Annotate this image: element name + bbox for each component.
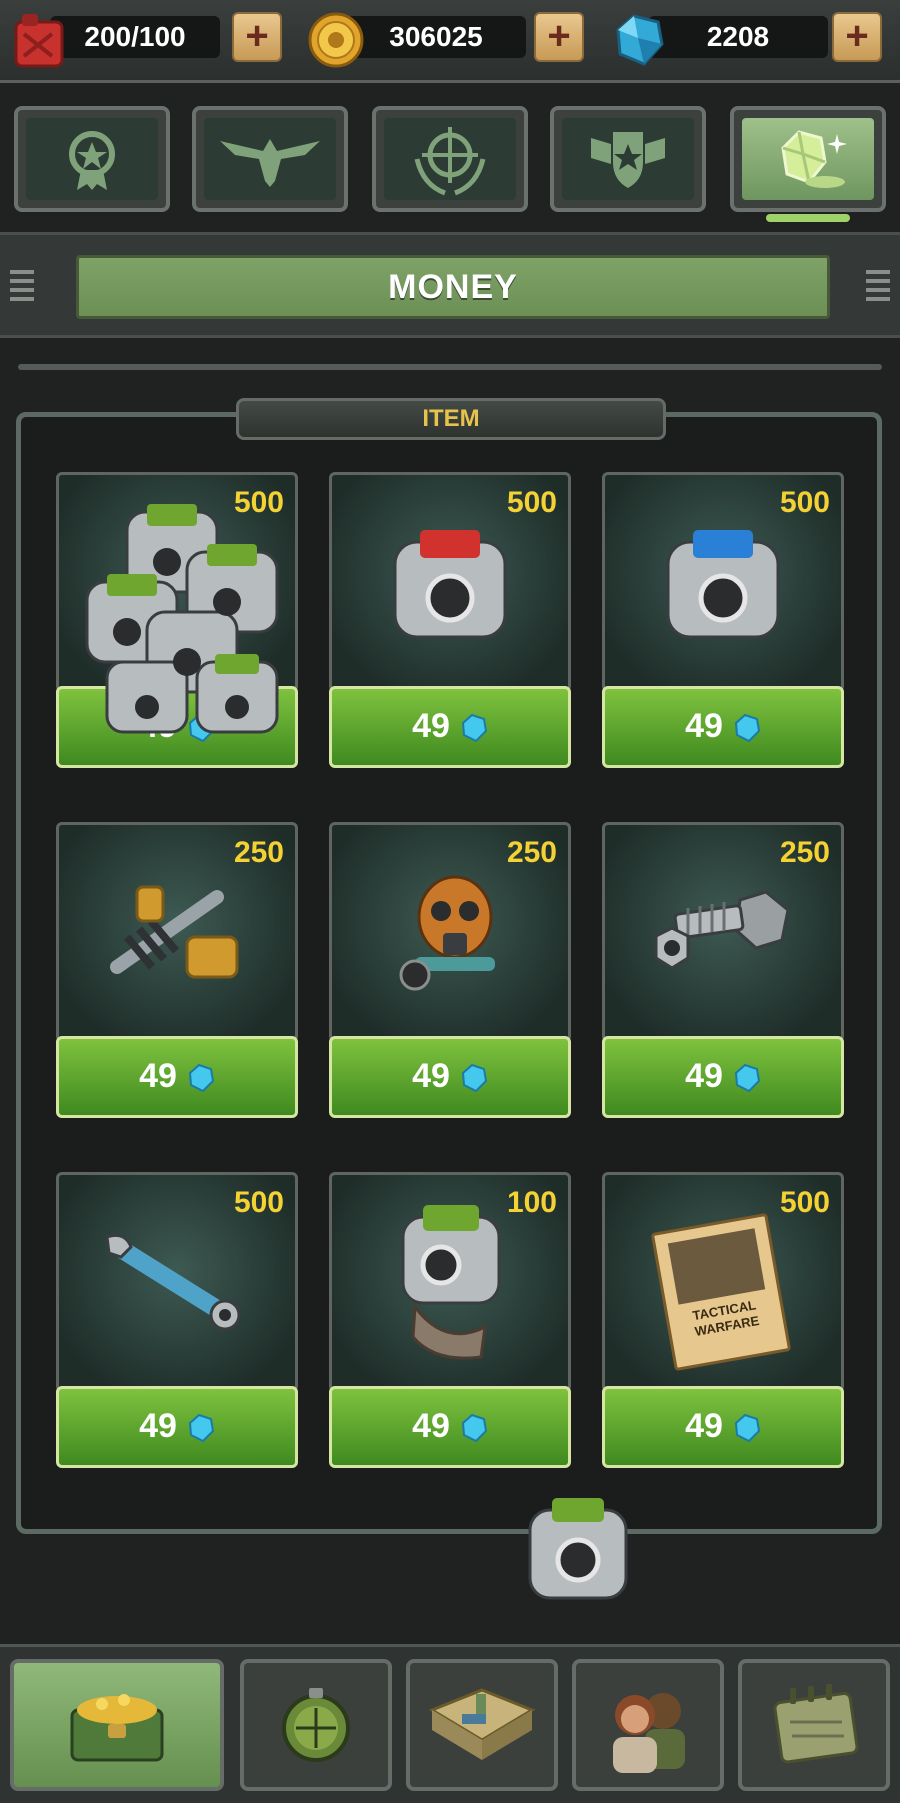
blue-gem-icon [734, 1063, 760, 1093]
tab-eagle[interactable] [192, 106, 348, 212]
nav-compass[interactable] [240, 1659, 392, 1791]
gem-stone-icon [781, 130, 847, 188]
price-label: 49 [139, 1407, 177, 1445]
price-label: 49 [685, 707, 723, 745]
grip-right [866, 265, 890, 305]
price-label: 49 [412, 707, 450, 745]
price-label: 49 [412, 1057, 450, 1095]
tab-shield[interactable] [550, 106, 706, 212]
shop-item[interactable]: 100 49 [329, 1172, 571, 1468]
blue-gem-icon [616, 14, 664, 66]
crosshair-laurel-icon [414, 127, 486, 196]
calendar-icon [773, 1684, 859, 1764]
shop-item[interactable]: 500 49 [56, 1172, 298, 1468]
blue-gem-icon [461, 1413, 487, 1443]
nav-soldiers[interactable] [572, 1659, 724, 1791]
item-quantity: 250 [233, 836, 284, 869]
spring-spike-icon [110, 885, 239, 979]
fuel-amount: 200/100 [50, 16, 220, 58]
gas-mask-icon [399, 875, 495, 991]
bolt-nut-icon [654, 890, 790, 970]
add-gems-button[interactable]: + [832, 12, 882, 62]
buy-button[interactable]: 49 [56, 1036, 298, 1118]
bottom-nav [0, 1644, 900, 1803]
item-quantity: 250 [506, 836, 557, 869]
map-icon [428, 1688, 536, 1760]
grip-left [10, 265, 34, 305]
panel-title: ITEM [236, 398, 666, 440]
shield-star-icon [591, 132, 665, 188]
divider [18, 364, 882, 370]
coin-amount: 306025 [346, 16, 526, 58]
add-fuel-button[interactable]: + [232, 12, 282, 62]
fuel-resource: 200/100 + [10, 12, 290, 68]
blue-gear-icon [666, 530, 780, 639]
price-label: 49 [685, 1407, 723, 1445]
tactical-warfare-manual-icon: TACTICAL WARFARE [650, 1212, 792, 1372]
manual-cover-photo [667, 1228, 766, 1305]
treasure-chest-icon [70, 1694, 164, 1762]
buy-button[interactable]: 49 [602, 1386, 844, 1468]
tab-crosshair[interactable] [372, 106, 528, 212]
price-label: 49 [685, 1057, 723, 1095]
item-quantity: 500 [233, 1186, 284, 1219]
price-label: 49 [139, 1057, 177, 1095]
buy-button[interactable]: 49 [602, 1036, 844, 1118]
shop-item[interactable]: 500 49 [56, 472, 298, 768]
blue-gem-icon [734, 713, 760, 743]
item-quantity: 500 [506, 486, 557, 519]
blue-gem-icon [188, 1063, 214, 1093]
shop-item[interactable]: 500 49 [602, 472, 844, 768]
blue-gem-icon [461, 1063, 487, 1093]
gem-resource: 2208 + [608, 12, 888, 66]
blue-gem-icon [461, 713, 487, 743]
nav-shop[interactable] [10, 1659, 224, 1791]
green-gear-pile-icon [85, 504, 279, 734]
buy-button[interactable]: 49 [329, 1386, 571, 1468]
buy-button[interactable]: 49 [329, 686, 571, 768]
buy-button[interactable]: 49 [602, 686, 844, 768]
shop-item[interactable]: 250 49 [329, 822, 571, 1118]
nav-map[interactable] [406, 1659, 558, 1791]
category-tabs [0, 92, 900, 222]
section-title: MONEY [76, 255, 830, 319]
shop-item[interactable]: 500 49 [329, 472, 571, 768]
shop-item[interactable]: 500 49 TACTICAL WARFARE [602, 1172, 844, 1468]
nav-calendar[interactable] [738, 1659, 890, 1791]
tab-medal[interactable] [14, 106, 170, 212]
buy-button[interactable]: 49 [56, 1386, 298, 1468]
resource-bar: 200/100 + 306025 + 2208 + [0, 0, 900, 83]
red-gear-icon [393, 530, 507, 639]
wrench-icon [105, 1233, 241, 1331]
coin-resource: 306025 + [306, 12, 586, 68]
gem-amount: 2208 [648, 16, 828, 58]
blue-gem-icon [734, 1413, 760, 1443]
section-banner: MONEY [0, 232, 900, 338]
price-label: 49 [412, 1407, 450, 1445]
active-tab-indicator [766, 214, 850, 222]
shop-item[interactable]: 250 49 [602, 822, 844, 1118]
gold-coin-icon [308, 12, 364, 68]
compass-icon [282, 1688, 350, 1762]
tab-money[interactable] [730, 106, 886, 212]
item-quantity: 250 [779, 836, 830, 869]
buy-button[interactable]: 49 [329, 1036, 571, 1118]
shop-item[interactable]: 250 49 [56, 822, 298, 1118]
fuel-can-icon [14, 14, 64, 68]
item-quantity: 500 [779, 486, 830, 519]
green-gear-icon [401, 1205, 501, 1360]
floating-gear-icon [528, 1498, 628, 1600]
add-coins-button[interactable]: + [534, 12, 584, 62]
soldiers-icon [613, 1693, 685, 1773]
item-quantity: 500 [779, 1186, 830, 1219]
medal-star-icon [69, 131, 115, 190]
eagle-wings-icon [220, 139, 320, 187]
blue-gem-icon [188, 1413, 214, 1443]
